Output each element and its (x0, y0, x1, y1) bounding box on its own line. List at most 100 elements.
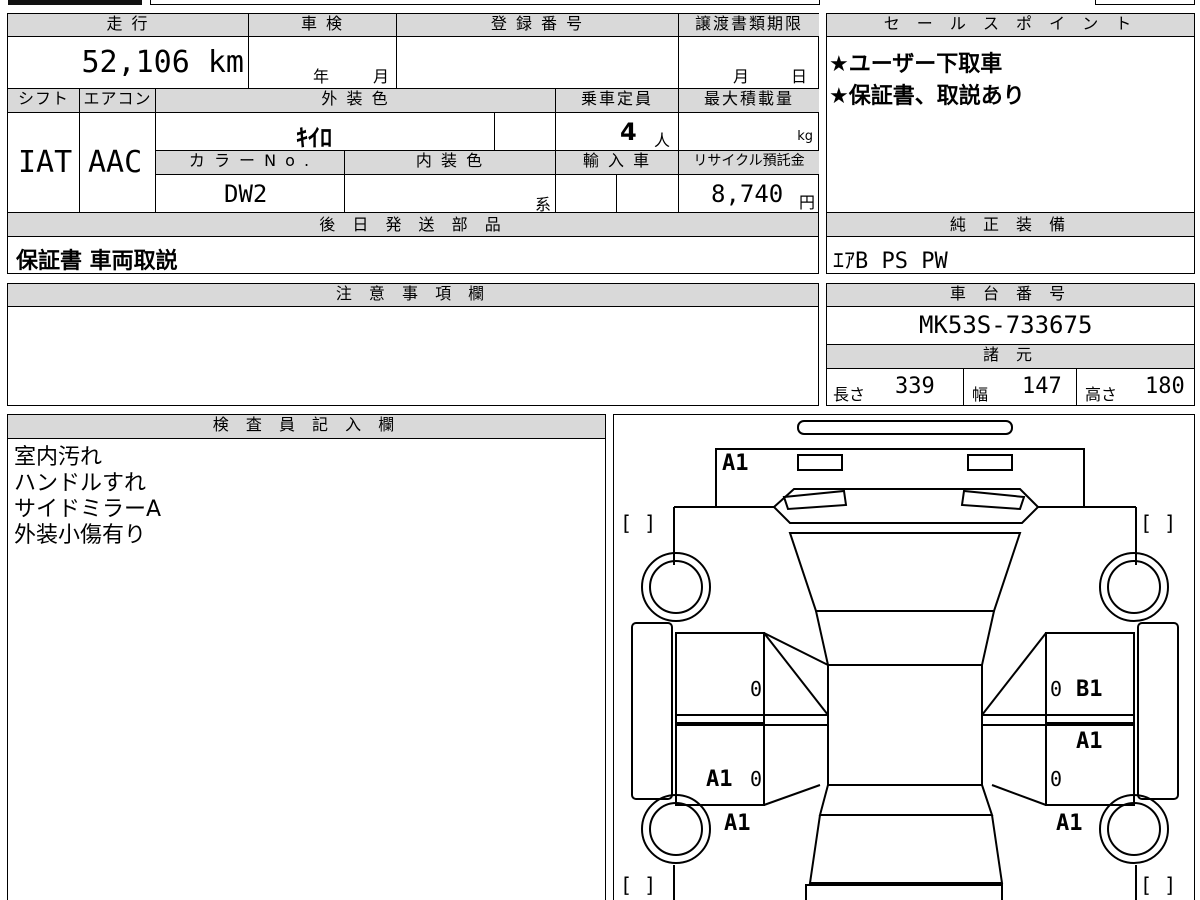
specs-width-value: 147 (1022, 374, 1062, 399)
capacity-value: 4 (620, 118, 637, 146)
mark-left-rear-door: A1 (706, 767, 733, 792)
capacity-unit: 人 (654, 131, 671, 150)
windshield (788, 532, 1022, 612)
hood-edge (773, 488, 1039, 508)
specs-width-cell: 幅 147 (964, 369, 1077, 405)
mark-zero-right-upper: 0 (1050, 677, 1063, 701)
mark-zero-left-upper: 0 (750, 677, 763, 701)
right-c-pillar (991, 784, 1047, 806)
specs-length-cell: 長さ 339 (827, 369, 964, 405)
inspector-line-2: ハンドルすれ (14, 471, 147, 496)
sales-point-box: セ ー ル ス ポ イ ン ト ★ユーザー下取車 ★保証書、取説あり (826, 13, 1195, 213)
exterior-color-extra-cell (495, 113, 556, 151)
right-fender-top (1010, 506, 1136, 524)
max-load-cell: kg (679, 113, 819, 151)
sales-point-line-2: ★保証書、取説あり (829, 84, 1025, 109)
roof-panel (827, 664, 983, 786)
sales-point-line-1: ★ユーザー下取車 (829, 52, 1003, 77)
import-cell-a (556, 175, 617, 213)
mark-zero-right-lower: 0 (1050, 767, 1063, 791)
interior-color-cell: 系 (345, 175, 556, 214)
capacity-cell: 4 人 (556, 113, 679, 151)
genuine-equipment-box: 純 正 装 備 ｴｱB PS PW (826, 212, 1195, 274)
right-sill (1137, 622, 1179, 800)
exterior-color-value: ｷｲﾛ (296, 124, 332, 152)
later-parts-header: 後 日 発 送 部 品 (8, 213, 818, 237)
interior-color-header: 内 装 色 (345, 151, 556, 175)
capacity-header: 乗車定員 (556, 89, 679, 113)
top-tab-bar (0, 0, 1200, 6)
recycle-fee-value: 8,740 (711, 180, 784, 208)
color-no-value: DW2 (224, 180, 268, 208)
specs-length-value: 339 (895, 374, 935, 399)
right-rear-quarter (1135, 865, 1137, 900)
bracket-rear-left: [ ] (620, 873, 657, 897)
mileage-header: 走 行 (8, 14, 249, 37)
color-no-header: カ ラ ー N o . (156, 151, 345, 175)
mark-right-door: A1 (1076, 729, 1103, 754)
transfer-month: 月 (733, 67, 750, 86)
specs-header: 諸 元 (827, 345, 1194, 369)
bracket-rear-right: [ ] (1140, 873, 1177, 897)
rear-bumper-bar (805, 884, 1003, 900)
specs-length-label: 長さ (833, 385, 866, 404)
caution-header: 注 意 事 項 欄 (8, 284, 818, 307)
shaken-header: 車 検 (249, 14, 397, 37)
roof-front (815, 610, 995, 666)
specs-height-value: 180 (1145, 374, 1185, 399)
genuine-equipment-value: ｴｱB PS PW (833, 249, 948, 274)
headlight-left (797, 454, 843, 471)
import-cell-b (617, 175, 679, 213)
later-parts-value: 保証書 車両取説 (16, 249, 178, 274)
shift-cell: IAT (8, 113, 80, 213)
registration-header: 登 録 番 号 (397, 14, 679, 37)
shift-header: シフト (8, 89, 80, 113)
mileage-cell: 52,106 km (8, 37, 249, 89)
left-c-pillar (763, 784, 821, 806)
mileage-value: 52,106 km (81, 45, 244, 80)
car-diagram-svg (631, 420, 1179, 900)
aircon-cell: AAC (80, 113, 156, 213)
caution-box: 注 意 事 項 欄 (7, 283, 819, 406)
rear-glass (818, 784, 994, 816)
roof-spoiler-shape (797, 420, 1013, 435)
color-no-cell: DW2 (156, 175, 345, 213)
specs-height-label: 高さ (1085, 385, 1118, 404)
exterior-color-header: 外 装 色 (156, 89, 556, 113)
inspector-header: 検 査 員 記 入 欄 (8, 415, 605, 439)
shaken-month: 月 (373, 67, 390, 86)
bracket-front-right: [ ] (1140, 511, 1177, 535)
bracket-front-left: [ ] (620, 511, 657, 535)
transfer-cell: 月 日 (679, 37, 819, 89)
left-sill (631, 622, 673, 800)
import-header: 輸 入 車 (556, 151, 679, 175)
shaken-cell: 年 月 (249, 37, 397, 89)
max-load-unit: kg (797, 129, 813, 144)
left-door-front-top (676, 632, 829, 666)
headlight-right (967, 454, 1013, 471)
vehicle-info-table: 走 行 車 検 登 録 番 号 譲渡書類期限 52,106 km 年 月 月 日… (7, 13, 819, 214)
shaken-year: 年 (313, 67, 330, 86)
left-a-pillar (763, 632, 829, 716)
specs-box: 諸 元 長さ 339 幅 147 高さ 180 (826, 344, 1195, 406)
sales-point-header: セ ー ル ス ポ イ ン ト (827, 14, 1194, 37)
mark-right-rear-door: B1 (1076, 677, 1103, 702)
inspector-line-1: 室内汚れ (14, 445, 103, 470)
shift-value: IAT (18, 145, 73, 180)
mark-right-rear-wheel: A1 (1056, 811, 1083, 836)
genuine-equipment-header: 純 正 装 備 (827, 213, 1194, 237)
headlamp-lens-left (782, 489, 848, 511)
inspector-box: 検 査 員 記 入 欄 室内汚れ ハンドルすれ サイドミラーA 外装小傷有り (7, 414, 606, 900)
headlamp-lens-right (960, 489, 1026, 511)
specs-width-label: 幅 (972, 385, 989, 404)
chassis-box: 車 台 番 号 MK53S-733675 (826, 283, 1195, 345)
specs-height-cell: 高さ 180 (1077, 369, 1194, 405)
chassis-value: MK53S-733675 (919, 311, 1093, 339)
left-fender-top (674, 506, 800, 524)
max-load-header: 最大積載量 (679, 89, 819, 113)
mark-left-rear-wheel: A1 (724, 811, 751, 836)
rear-hatch (808, 814, 1004, 884)
mark-zero-left-lower: 0 (750, 767, 763, 791)
left-rear-door (675, 722, 765, 806)
chassis-header: 車 台 番 号 (827, 284, 1194, 307)
